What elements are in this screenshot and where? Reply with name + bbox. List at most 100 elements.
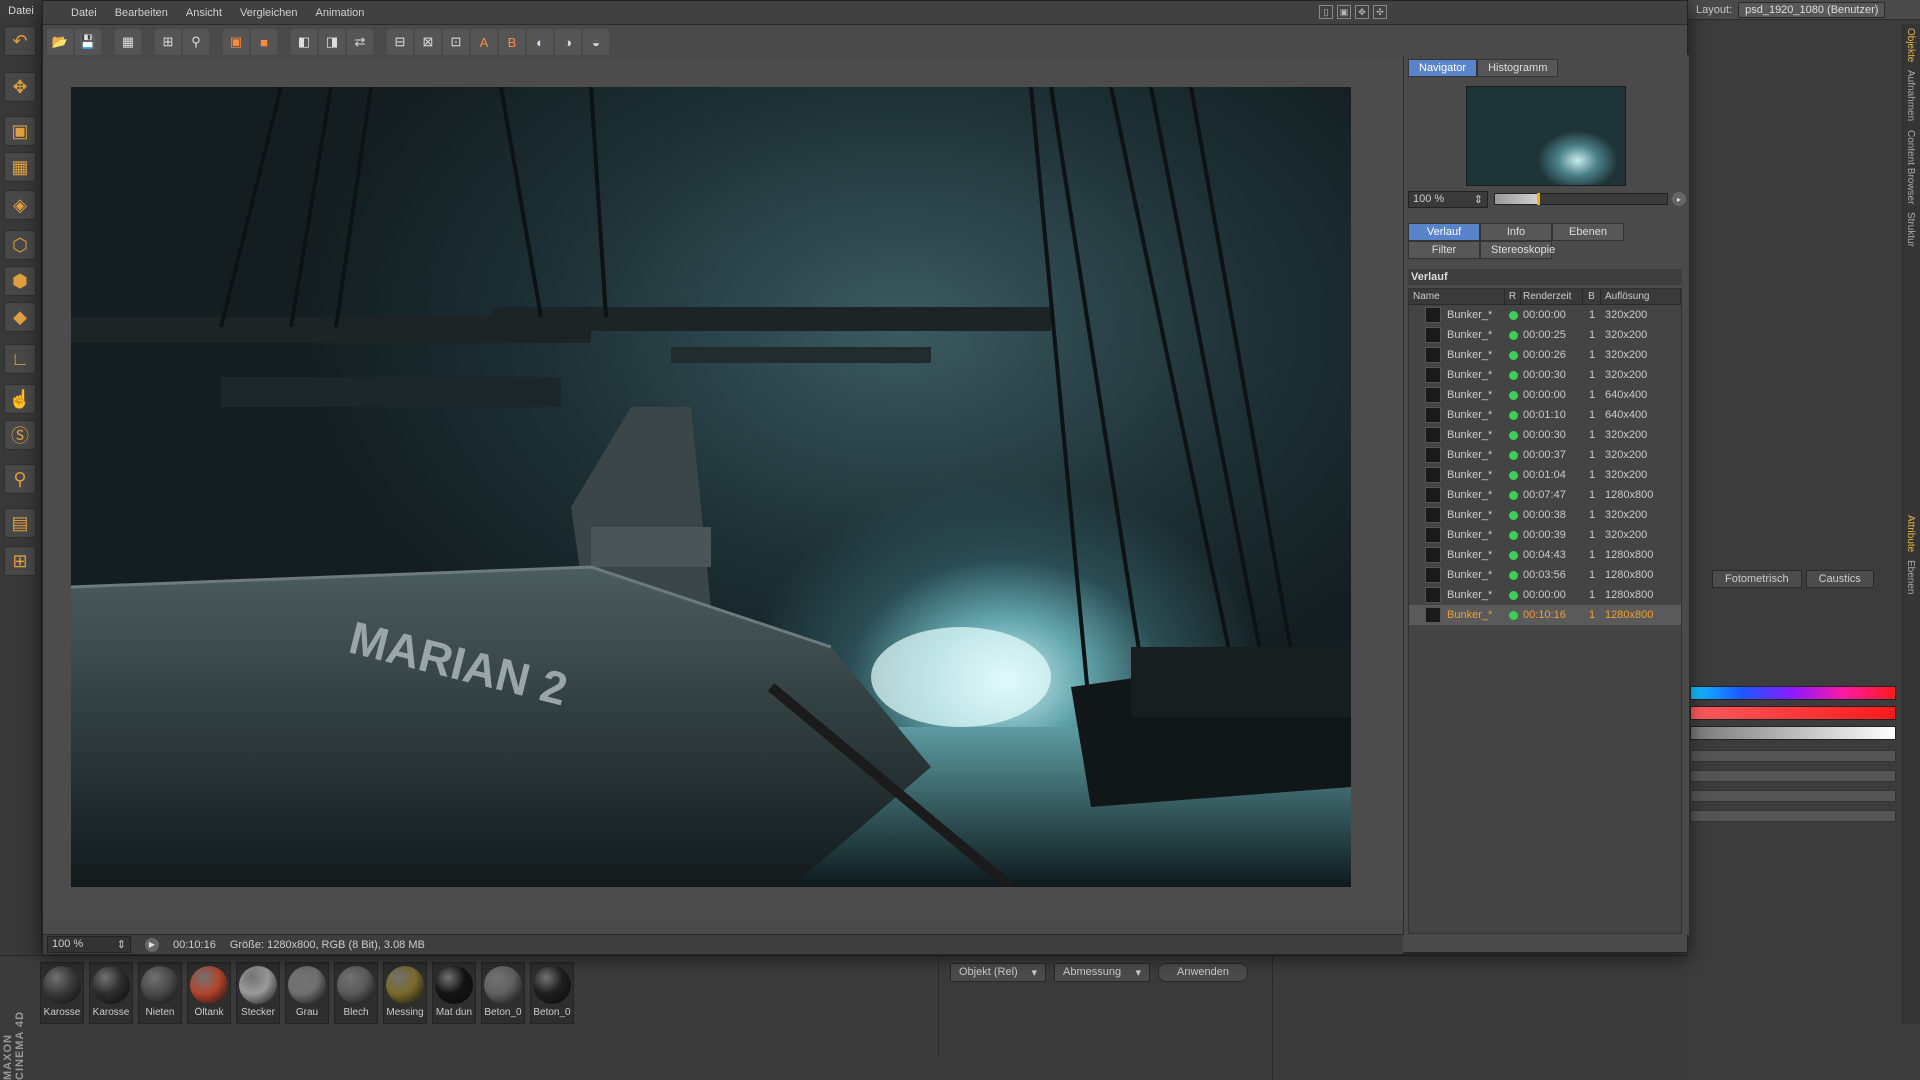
- menu-bearbeiten[interactable]: Bearbeiten: [115, 7, 168, 19]
- zoom-field[interactable]: 100 % ⇕: [47, 936, 131, 953]
- col-resolution[interactable]: Auflösung: [1601, 289, 1681, 304]
- apply-button[interactable]: Anwenden: [1158, 963, 1248, 982]
- workplane-icon[interactable]: ▤: [4, 508, 36, 538]
- play-icon[interactable]: ▶: [145, 937, 159, 952]
- ab-diff-icon[interactable]: ⊠: [415, 29, 441, 55]
- open-file-icon[interactable]: 📂: [47, 29, 73, 55]
- menu-datei[interactable]: Datei: [71, 7, 97, 19]
- brightness-bar[interactable]: [1690, 726, 1896, 740]
- grid-icon[interactable]: ▦: [115, 29, 141, 55]
- coord-size-select[interactable]: Abmessung ▾: [1054, 963, 1150, 982]
- axis-icon[interactable]: ∟: [4, 344, 36, 374]
- move-window-icon[interactable]: ✥: [1355, 5, 1369, 19]
- navigator-zoom-field[interactable]: 100 % ⇕: [1408, 191, 1488, 208]
- checker-cube-icon[interactable]: ▦: [4, 152, 36, 182]
- col-rendertime[interactable]: Renderzeit: [1521, 289, 1583, 304]
- cube-icon[interactable]: ▣: [4, 116, 36, 146]
- table-row[interactable]: Bunker_* 00:03:56 1 1280x800: [1409, 565, 1681, 585]
- menu-vergleichen[interactable]: Vergleichen: [240, 7, 298, 19]
- lock-grid-icon[interactable]: ⊞: [4, 546, 36, 576]
- table-row[interactable]: Bunker_* 00:00:25 1 320x200: [1409, 325, 1681, 345]
- menu-ansicht[interactable]: Ansicht: [186, 7, 222, 19]
- tab-photometric[interactable]: Fotometrisch: [1712, 570, 1802, 588]
- ab-split-icon[interactable]: ⊟: [387, 29, 413, 55]
- side-tab-content-browser[interactable]: Content Browser: [1903, 126, 1918, 208]
- tab-stereoskopie[interactable]: Stereoskopie: [1480, 241, 1555, 259]
- magnify-icon[interactable]: ⚲: [183, 29, 209, 55]
- compare-a-icon[interactable]: ◧: [291, 29, 317, 55]
- layout-select[interactable]: psd_1920_1080 (Benutzer): [1738, 1, 1886, 18]
- compare-swap-icon[interactable]: ⇄: [347, 29, 373, 55]
- table-row[interactable]: Bunker_* 00:04:43 1 1280x800: [1409, 545, 1681, 565]
- snap-icon[interactable]: Ⓢ: [4, 420, 36, 450]
- resize-window-icon[interactable]: ✣: [1373, 5, 1387, 19]
- table-row[interactable]: Bunker_* 00:00:00 1 640x400: [1409, 385, 1681, 405]
- navigator-zoom-slider[interactable]: [1494, 193, 1668, 205]
- set-b-icon[interactable]: B: [499, 29, 525, 55]
- material-swatch[interactable]: Öltank: [187, 962, 231, 1024]
- table-row[interactable]: Bunker_* 00:01:04 1 320x200: [1409, 465, 1681, 485]
- tab-verlauf[interactable]: Verlauf: [1408, 223, 1480, 241]
- set-a-icon[interactable]: A: [471, 29, 497, 55]
- slider-knob[interactable]: [1537, 193, 1540, 205]
- attribute-dropdown[interactable]: [1690, 790, 1896, 802]
- channel-r-icon[interactable]: ◐: [527, 29, 553, 55]
- side-tab-structure[interactable]: Struktur: [1903, 208, 1918, 251]
- material-swatch[interactable]: Beton_0: [481, 962, 525, 1024]
- attribute-dropdown[interactable]: [1690, 770, 1896, 782]
- side-tab-objects[interactable]: Objekte: [1903, 24, 1918, 66]
- material-swatch[interactable]: Karosse: [40, 962, 84, 1024]
- side-tab-attributes[interactable]: Attribute: [1903, 511, 1918, 556]
- coord-mode-select[interactable]: Objekt (Rel) ▾: [950, 963, 1046, 982]
- main-menu-file[interactable]: Datei: [0, 0, 42, 22]
- material-swatch[interactable]: Beton_0: [530, 962, 574, 1024]
- compare-b-icon[interactable]: ◨: [319, 29, 345, 55]
- edges-mode-icon[interactable]: ⬢: [4, 266, 36, 296]
- tab-ebenen[interactable]: Ebenen: [1552, 223, 1624, 241]
- render-region-icon[interactable]: ▣: [223, 29, 249, 55]
- gradient-bar[interactable]: [1690, 686, 1896, 700]
- split-panel-icon[interactable]: ▣: [1337, 5, 1351, 19]
- ab-toggle-icon[interactable]: ⊡: [443, 29, 469, 55]
- save-icon[interactable]: 💾: [75, 29, 101, 55]
- move-tool-icon[interactable]: ✥: [4, 72, 36, 102]
- magnet-icon[interactable]: ⚲: [4, 464, 36, 494]
- navigator-options-icon[interactable]: ▸: [1672, 192, 1686, 206]
- undo-icon[interactable]: ↶: [4, 26, 36, 56]
- material-swatch[interactable]: Stecker: [236, 962, 280, 1024]
- attribute-field[interactable]: [1690, 750, 1896, 762]
- tab-histogram[interactable]: Histogramm: [1477, 59, 1559, 77]
- navigator-thumbnail[interactable]: [1466, 86, 1626, 186]
- material-swatch[interactable]: Mat dun: [432, 962, 476, 1024]
- material-swatch[interactable]: Grau: [285, 962, 329, 1024]
- table-row[interactable]: Bunker_* 00:00:26 1 320x200: [1409, 345, 1681, 365]
- material-swatch[interactable]: Nieten: [138, 962, 182, 1024]
- polygons-mode-icon[interactable]: ◆: [4, 302, 36, 332]
- table-row[interactable]: Bunker_* 00:01:10 1 640x400: [1409, 405, 1681, 425]
- fit-to-frame-icon[interactable]: ⊞: [155, 29, 181, 55]
- texture-grid-icon[interactable]: ◈: [4, 190, 36, 220]
- red-color-bar[interactable]: [1690, 706, 1896, 720]
- table-row[interactable]: Bunker_* 00:00:00 1 320x200: [1409, 305, 1681, 325]
- table-row[interactable]: Bunker_* 00:00:30 1 320x200: [1409, 365, 1681, 385]
- table-row[interactable]: Bunker_* 00:00:37 1 320x200: [1409, 445, 1681, 465]
- channel-b-icon[interactable]: ◒: [583, 29, 609, 55]
- side-tab-layers[interactable]: Ebenen: [1903, 556, 1918, 598]
- channel-g-icon[interactable]: ◑: [555, 29, 581, 55]
- single-panel-icon[interactable]: ▯: [1319, 5, 1333, 19]
- stop-render-icon[interactable]: ■: [251, 29, 277, 55]
- table-row[interactable]: Bunker_* 00:00:38 1 320x200: [1409, 505, 1681, 525]
- attribute-field[interactable]: [1690, 810, 1896, 822]
- table-row[interactable]: Bunker_* 00:10:16 1 1280x800: [1409, 605, 1681, 625]
- col-r[interactable]: R: [1505, 289, 1521, 304]
- material-swatch[interactable]: Blech: [334, 962, 378, 1024]
- table-row[interactable]: Bunker_* 00:07:47 1 1280x800: [1409, 485, 1681, 505]
- image-canvas[interactable]: MARIAN 2: [43, 59, 1403, 919]
- tab-navigator[interactable]: Navigator: [1408, 59, 1478, 77]
- tweak-hand-icon[interactable]: ☝: [4, 384, 36, 414]
- tab-info[interactable]: Info: [1480, 223, 1552, 241]
- tab-filter[interactable]: Filter: [1408, 241, 1480, 259]
- points-mode-icon[interactable]: ⬡: [4, 230, 36, 260]
- table-row[interactable]: Bunker_* 00:00:39 1 320x200: [1409, 525, 1681, 545]
- tab-caustics[interactable]: Caustics: [1805, 570, 1874, 588]
